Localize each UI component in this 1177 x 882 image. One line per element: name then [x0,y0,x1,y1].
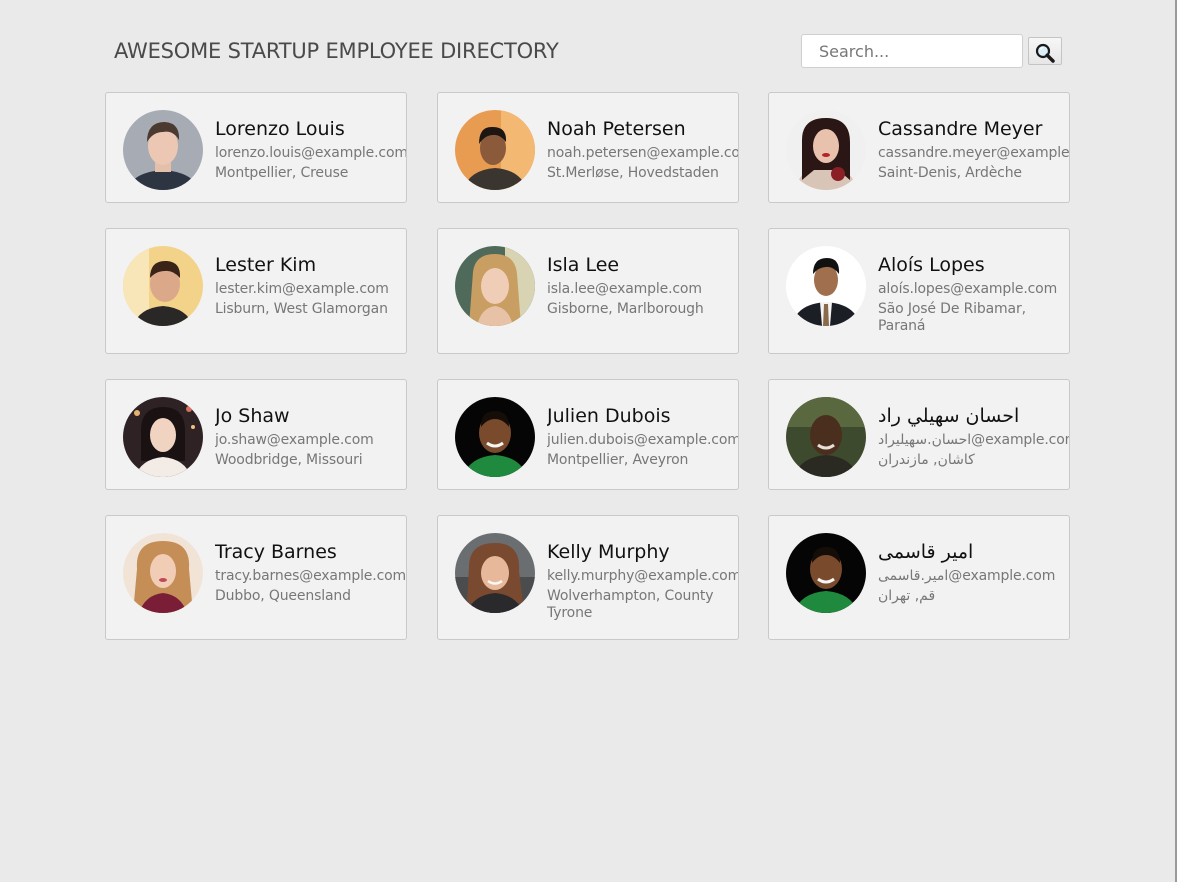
employee-email: احسان.سهیلیراد@example.com [878,432,1070,448]
employee-card[interactable]: امیر قاسمی امیر.قاسمی@example.com قم, ته… [768,515,1070,640]
employee-location: Gisborne, Marlborough [547,301,704,317]
search-button[interactable] [1028,37,1062,65]
employee-location: St.Merløse, Hovedstaden [547,165,719,181]
avatar [123,397,203,477]
employee-card[interactable]: Lester Kim lester.kim@example.com Lisbur… [105,228,407,354]
employee-card[interactable]: Noah Petersen noah.petersen@example.com … [437,92,739,203]
employee-location: Montpellier, Aveyron [547,452,689,468]
employee-name: احسان سهيلي راد [878,405,1020,427]
magnifier-icon [1035,43,1055,63]
employee-email: lorenzo.louis@example.com [215,145,407,161]
avatar [455,533,535,613]
employee-email: aloís.lopes@example.com [878,281,1058,297]
employee-email: cassandre.meyer@example.com [878,145,1070,161]
employee-name: Jo Shaw [215,405,290,427]
employee-name: Cassandre Meyer [878,118,1043,140]
employee-info: Aloís Lopes aloís.lopes@example.com São … [878,252,1069,335]
employee-card[interactable]: Kelly Murphy kelly.murphy@example.com Wo… [437,515,739,640]
employee-info: Isla Lee isla.lee@example.com Gisborne, … [547,252,738,318]
employee-name: Isla Lee [547,254,620,276]
employee-location: Dubbo, Queensland [215,588,351,604]
employee-info: Jo Shaw jo.shaw@example.com Woodbridge, … [215,403,406,469]
employee-info: Noah Petersen noah.petersen@example.com … [547,116,739,182]
avatar [123,246,203,326]
employee-email: julien.dubois@example.com [547,432,739,448]
employee-card[interactable]: Isla Lee isla.lee@example.com Gisborne, … [437,228,739,354]
employee-name: Lorenzo Louis [215,118,345,140]
employee-card[interactable]: Tracy Barnes tracy.barnes@example.com Du… [105,515,407,640]
employee-email: lester.kim@example.com [215,281,389,297]
employee-info: امیر قاسمی امیر.قاسمی@example.com قم, ته… [878,539,1069,605]
avatar [455,110,535,190]
employee-email: tracy.barnes@example.com [215,568,407,584]
employee-card[interactable]: Aloís Lopes aloís.lopes@example.com São … [768,228,1070,354]
avatar [786,110,866,190]
employee-location: قم, تهران [878,588,936,604]
avatar [786,533,866,613]
employee-name: Lester Kim [215,254,317,276]
employee-email: امیر.قاسمی@example.com [878,568,1056,584]
employee-location: Woodbridge, Missouri [215,452,363,468]
employee-location: São José De Ribamar, Paraná [878,301,1026,334]
avatar [455,397,535,477]
avatar [786,246,866,326]
employee-info: Julien Dubois julien.dubois@example.com … [547,403,739,469]
employee-location: Saint-Denis, Ardèche [878,165,1022,181]
employee-card[interactable]: Lorenzo Louis lorenzo.louis@example.com … [105,92,407,203]
employee-card[interactable]: Julien Dubois julien.dubois@example.com … [437,379,739,490]
employee-location: كاشان, مازندران [878,452,975,468]
employee-email: noah.petersen@example.com [547,145,739,161]
employee-location: Wolverhampton, County Tyrone [547,588,714,621]
employee-info: احسان سهيلي راد احسان.سهیلیراد@example.c… [878,403,1070,469]
avatar [455,246,535,326]
employee-name: Noah Petersen [547,118,686,140]
avatar [123,110,203,190]
employee-card[interactable]: احسان سهيلي راد احسان.سهیلیراد@example.c… [768,379,1070,490]
search-input[interactable] [801,34,1023,68]
employee-card[interactable]: Cassandre Meyer cassandre.meyer@example.… [768,92,1070,203]
employee-email: isla.lee@example.com [547,281,702,297]
employee-name: Kelly Murphy [547,541,670,563]
avatar [786,397,866,477]
employee-location: Montpellier, Creuse [215,165,349,181]
employee-email: kelly.murphy@example.com [547,568,739,584]
employee-info: Tracy Barnes tracy.barnes@example.com Du… [215,539,407,605]
employee-name: Julien Dubois [547,405,671,427]
employee-name: امیر قاسمی [878,541,974,563]
employee-info: Lorenzo Louis lorenzo.louis@example.com … [215,116,407,182]
employee-location: Lisburn, West Glamorgan [215,301,388,317]
employee-email: jo.shaw@example.com [215,432,374,448]
employee-name: Tracy Barnes [215,541,337,563]
page-title: AWESOME STARTUP EMPLOYEE DIRECTORY [114,39,559,63]
avatar [123,533,203,613]
employee-info: Kelly Murphy kelly.murphy@example.com Wo… [547,539,739,622]
employee-info: Cassandre Meyer cassandre.meyer@example.… [878,116,1070,182]
employee-name: Aloís Lopes [878,254,985,276]
employee-info: Lester Kim lester.kim@example.com Lisbur… [215,252,406,318]
employee-card[interactable]: Jo Shaw jo.shaw@example.com Woodbridge, … [105,379,407,490]
